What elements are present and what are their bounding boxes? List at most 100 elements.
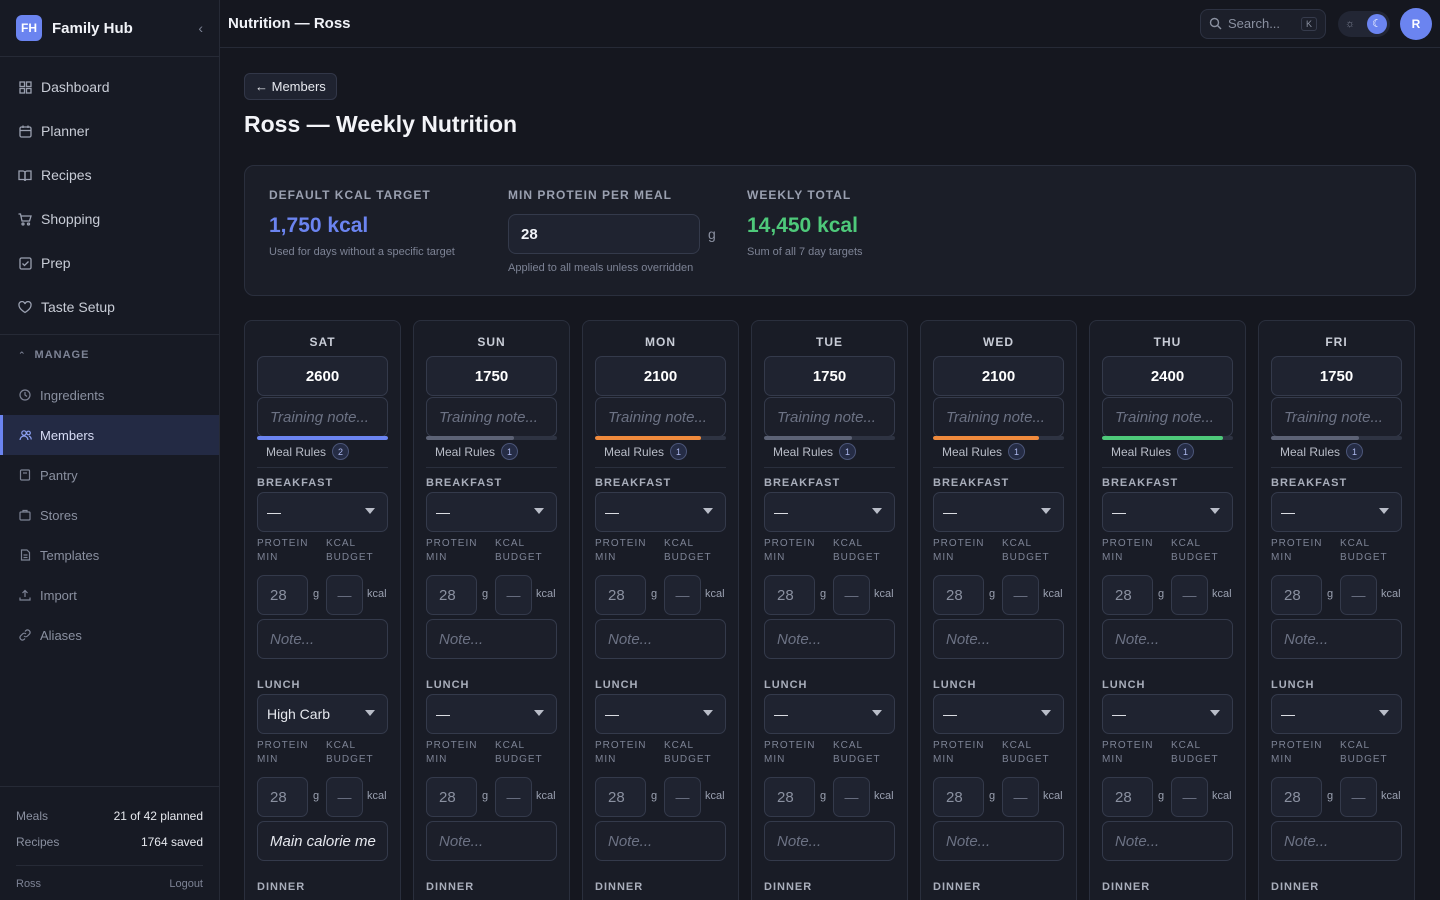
day-kcal-input[interactable]: 1750 [764,356,895,396]
lunch-rule-select[interactable]: High Carb [257,694,388,734]
meal-rules-toggle[interactable]: Meal Rules 1 [1280,443,1364,460]
training-note-input[interactable]: Training note... [764,397,895,437]
lunch-note-input[interactable]: Note... [1102,821,1233,861]
nav-item-pantry[interactable]: Pantry [0,455,219,495]
lunch-rule-select[interactable]: — [595,694,726,734]
breakfast-protein-input[interactable]: 28 [1271,575,1322,615]
lunch-protein-input[interactable]: 28 [595,777,646,817]
nav-item-recipes[interactable]: Recipes [0,153,219,197]
day-kcal-input[interactable]: 2600 [257,356,388,396]
training-note-input[interactable]: Training note... [257,397,388,437]
day-kcal-input[interactable]: 1750 [426,356,557,396]
meal-rules-toggle[interactable]: Meal Rules 1 [435,443,519,460]
nav-item-ingredients[interactable]: Ingredients [0,375,219,415]
breakfast-kcal-budget-input[interactable]: — [495,575,532,615]
min-protein-input[interactable]: 28 [508,214,700,254]
lunch-protein-input[interactable]: 28 [1102,777,1153,817]
nav-item-shopping[interactable]: Shopping [0,197,219,241]
lunch-kcal-budget-input[interactable]: — [833,777,870,817]
avatar[interactable]: R [1400,7,1432,40]
meal-rules-count-badge: 1 [839,443,857,460]
back-to-members-button[interactable]: ← Members [244,73,337,100]
breakfast-note-input[interactable]: Note... [595,619,726,659]
breakfast-protein-input[interactable]: 28 [426,575,477,615]
nav-item-templates[interactable]: Templates [0,535,219,575]
lunch-protein-input[interactable]: 28 [257,777,308,817]
meal-rules-toggle[interactable]: Meal Rules 1 [942,443,1026,460]
day-kcal-input[interactable]: 2400 [1102,356,1233,396]
breakfast-protein-input[interactable]: 28 [1102,575,1153,615]
lunch-rule-select[interactable]: — [1271,694,1402,734]
lunch-protein-input[interactable]: 28 [933,777,984,817]
lunch-kcal-budget-input[interactable]: — [1171,777,1208,817]
meal-rules-toggle[interactable]: Meal Rules 1 [1111,443,1195,460]
lunch-protein-input[interactable]: 28 [426,777,477,817]
breakfast-rule-select[interactable]: — [257,492,388,532]
breakfast-kcal-budget-input[interactable]: — [664,575,701,615]
breakfast-kcal-budget-input[interactable]: — [1171,575,1208,615]
logout-link[interactable]: Logout [169,878,203,890]
training-note-input[interactable]: Training note... [595,397,726,437]
breakfast-rule-select[interactable]: — [1102,492,1233,532]
breakfast-note-input[interactable]: Note... [426,619,557,659]
manage-section-toggle[interactable]: ⌃ MANAGE [0,335,219,375]
breakfast-kcal-budget-input[interactable]: — [326,575,363,615]
day-kcal-input[interactable]: 1750 [1271,356,1402,396]
nav-item-aliases[interactable]: Aliases [0,615,219,655]
breakfast-protein-input[interactable]: 28 [764,575,815,615]
breakfast-kcal-budget-input[interactable]: — [1002,575,1039,615]
lunch-rule-select[interactable]: — [764,694,895,734]
breakfast-note-input[interactable]: Note... [764,619,895,659]
meal-rules-toggle[interactable]: Meal Rules 1 [604,443,688,460]
nav-item-taste-setup[interactable]: Taste Setup [0,285,219,329]
meal-rules-toggle[interactable]: Meal Rules 2 [266,443,350,460]
nav-item-prep[interactable]: Prep [0,241,219,285]
day-kcal-input[interactable]: 2100 [595,356,726,396]
breakfast-rule-select[interactable]: — [933,492,1064,532]
lunch-protein-input[interactable]: 28 [1271,777,1322,817]
training-note-input[interactable]: Training note... [933,397,1064,437]
lunch-kcal-budget-input[interactable]: — [326,777,363,817]
breakfast-rule-select[interactable]: — [426,492,557,532]
lunch-kcal-budget-input[interactable]: — [1002,777,1039,817]
lunch-rule-select[interactable]: — [426,694,557,734]
lunch-kcal-budget-input[interactable]: — [1340,777,1377,817]
lunch-kcal-budget-input[interactable]: — [664,777,701,817]
breakfast-note-input[interactable]: Note... [1102,619,1233,659]
lunch-kcal-budget-input[interactable]: — [495,777,532,817]
breakfast-note-input[interactable]: Note... [1271,619,1402,659]
breakfast-protein-input[interactable]: 28 [595,575,646,615]
breakfast-protein-input[interactable]: 28 [933,575,984,615]
nav-item-dashboard[interactable]: Dashboard [0,65,219,109]
collapse-sidebar-chevron-icon[interactable]: ‹ [198,20,203,36]
weekly-total-value: 14,450 kcal [747,214,858,237]
search-input[interactable]: Search... K [1200,8,1326,39]
lunch-rule-select[interactable]: — [933,694,1064,734]
lunch-rule-select[interactable]: — [1102,694,1233,734]
breakfast-rule-select[interactable]: — [764,492,895,532]
training-note-input[interactable]: Training note... [1102,397,1233,437]
nav-item-planner[interactable]: Planner [0,109,219,153]
theme-toggle[interactable]: ☼ ☾ [1338,10,1390,37]
lunch-note-input[interactable]: Note... [933,821,1064,861]
lunch-note-input[interactable]: Note... [1271,821,1402,861]
breakfast-protein-input[interactable]: 28 [257,575,308,615]
nav-item-import[interactable]: Import [0,575,219,615]
lunch-note-input[interactable]: Note... [595,821,726,861]
breakfast-rule-select[interactable]: — [1271,492,1402,532]
meal-rules-toggle[interactable]: Meal Rules 1 [773,443,857,460]
day-kcal-input[interactable]: 2100 [933,356,1064,396]
nav-item-members[interactable]: Members [0,415,219,455]
breakfast-rule-select[interactable]: — [595,492,726,532]
lunch-note-input[interactable]: Main calorie me [257,821,388,861]
lunch-protein-input[interactable]: 28 [764,777,815,817]
lunch-note-input[interactable]: Note... [426,821,557,861]
breakfast-note-input[interactable]: Note... [257,619,388,659]
training-note-input[interactable]: Training note... [426,397,557,437]
lunch-note-input[interactable]: Note... [764,821,895,861]
training-note-input[interactable]: Training note... [1271,397,1402,437]
breakfast-note-input[interactable]: Note... [933,619,1064,659]
breakfast-kcal-budget-input[interactable]: — [1340,575,1377,615]
nav-item-stores[interactable]: Stores [0,495,219,535]
breakfast-kcal-budget-input[interactable]: — [833,575,870,615]
